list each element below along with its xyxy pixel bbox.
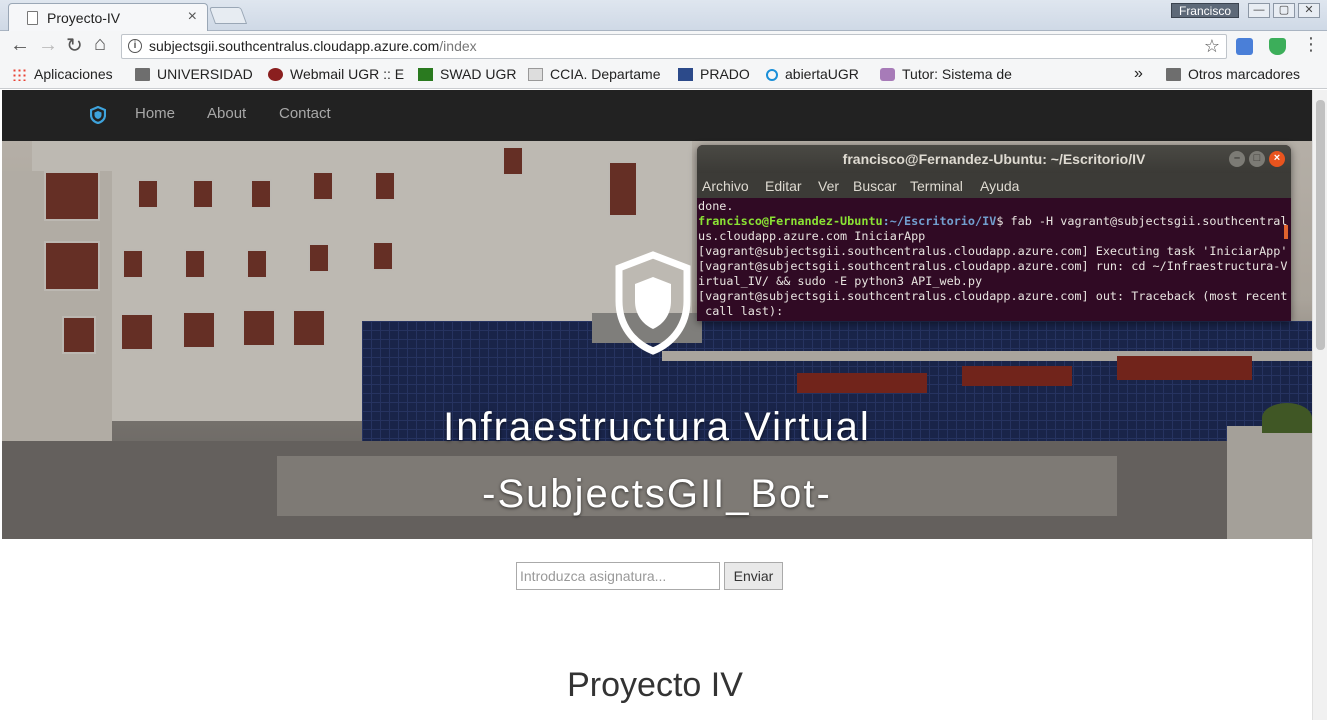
terminal-prompt-line: francisco@Fernandez-Ubuntu:~/Escritorio/… [698, 214, 1288, 228]
bookmark-swad[interactable]: SWAD UGR [418, 66, 520, 82]
tutor-icon [880, 68, 895, 81]
shield-logo-icon[interactable] [90, 106, 106, 124]
bookmarks-bar: Aplicaciones UNIVERSIDAD Webmail UGR :: … [0, 62, 1327, 89]
home-icon[interactable]: ⌂ [94, 33, 106, 56]
terminal-line: [vagrant@subjectsgii.southcentralus.clou… [698, 259, 1288, 273]
swad-icon [418, 68, 433, 81]
chrome-menu-icon[interactable]: ⋮ [1302, 34, 1320, 55]
address-bar[interactable]: i subjectsgii.southcentralus.cloudapp.az… [121, 34, 1227, 59]
maximize-button[interactable]: ▢ [1273, 3, 1295, 18]
subject-search-input[interactable] [516, 562, 720, 590]
bookmark-star-icon[interactable]: ☆ [1204, 36, 1220, 57]
tab-close-icon[interactable]: × [188, 8, 197, 26]
new-tab-button[interactable] [208, 7, 248, 24]
bookmark-prado[interactable]: PRADO [678, 66, 758, 82]
bookmark-apps[interactable]: Aplicaciones [12, 66, 124, 82]
shield-extension-icon[interactable] [1269, 38, 1286, 55]
terminal-line: done. [698, 199, 734, 213]
nav-about-link[interactable]: About [207, 105, 246, 122]
tab-title: Proyecto-IV [47, 10, 121, 26]
terminal-window[interactable]: francisco@Fernandez-Ubuntu: ~/Escritorio… [697, 145, 1291, 321]
url-text: subjectsgii.southcentralus.cloudapp.azur… [149, 38, 477, 54]
scrollbar-thumb[interactable] [1316, 100, 1325, 350]
back-arrow-icon[interactable]: ← [10, 34, 30, 57]
forward-arrow-icon[interactable]: → [38, 34, 58, 57]
bookmark-universidad[interactable]: UNIVERSIDAD [135, 66, 260, 82]
browser-tab-bar: Proyecto-IV × Francisco — ▢ ✕ [0, 0, 1327, 31]
bookmark-tutor[interactable]: Tutor: Sistema de [880, 66, 1018, 82]
site-navbar: Home About Contact [2, 90, 1312, 141]
prado-icon [678, 68, 693, 81]
reload-icon[interactable]: ↻ [66, 33, 83, 58]
terminal-minimize-button[interactable]: – [1229, 151, 1245, 167]
nav-contact-link[interactable]: Contact [279, 105, 331, 122]
page-favicon-icon [27, 11, 38, 25]
terminal-close-button[interactable]: × [1269, 151, 1285, 167]
terminal-line: call last): [698, 304, 784, 318]
terminal-line: [vagrant@subjectsgii.southcentralus.clou… [698, 244, 1288, 258]
hero-title: Infraestructura Virtual [443, 405, 871, 449]
terminal-titlebar[interactable]: francisco@Fernandez-Ubuntu: ~/Escritorio… [697, 145, 1291, 173]
apps-grid-icon [12, 68, 27, 81]
profile-button[interactable]: Francisco [1171, 3, 1239, 18]
ccia-icon [528, 68, 543, 81]
bookmark-other[interactable]: Otros marcadores [1166, 66, 1316, 82]
terminal-menubar: Archivo Editar Ver Buscar Terminal Ayuda [697, 173, 1291, 198]
send-button[interactable]: Enviar [724, 562, 783, 590]
terminal-menu-terminal[interactable]: Terminal [910, 178, 963, 194]
bookmark-ccia[interactable]: CCIA. Departame [528, 66, 666, 82]
terminal-line: [vagrant@subjectsgii.southcentralus.clou… [698, 289, 1288, 303]
page-title: Proyecto IV [567, 666, 743, 704]
ugr-icon [268, 68, 283, 81]
nav-home-link[interactable]: Home [135, 105, 175, 122]
translate-extension-icon[interactable] [1236, 38, 1253, 55]
terminal-menu-archivo[interactable]: Archivo [702, 178, 749, 194]
bookmark-webmail[interactable]: Webmail UGR :: E [268, 66, 408, 82]
hero-subtitle: -SubjectsGII_Bot- [482, 472, 832, 516]
close-window-button[interactable]: ✕ [1298, 3, 1320, 18]
site-info-icon[interactable]: i [128, 39, 142, 53]
abierta-icon [766, 69, 778, 81]
bookmark-abierta[interactable]: abiertaUGR [766, 66, 872, 82]
terminal-menu-editar[interactable]: Editar [765, 178, 802, 194]
page-scrollbar[interactable] [1312, 90, 1327, 720]
browser-tab[interactable]: Proyecto-IV × [8, 3, 208, 31]
terminal-line: irtual_IV/ && sudo -E python3 API_web.py [698, 274, 983, 288]
folder-icon [1166, 68, 1181, 81]
terminal-menu-ayuda[interactable]: Ayuda [980, 178, 1019, 194]
terminal-output[interactable]: done. francisco@Fernandez-Ubuntu:~/Escrit… [698, 199, 1288, 319]
terminal-scrollbar[interactable] [1284, 225, 1288, 239]
terminal-menu-buscar[interactable]: Buscar [853, 178, 897, 194]
minimize-button[interactable]: — [1248, 3, 1270, 18]
terminal-line: us.cloudapp.azure.com IniciarApp [698, 229, 926, 243]
terminal-maximize-button[interactable]: □ [1249, 151, 1265, 167]
more-bookmarks-button[interactable]: » [1134, 65, 1143, 83]
terminal-menu-ver[interactable]: Ver [818, 178, 839, 194]
hero-shield-logo-icon [615, 251, 691, 355]
folder-icon [135, 68, 150, 81]
